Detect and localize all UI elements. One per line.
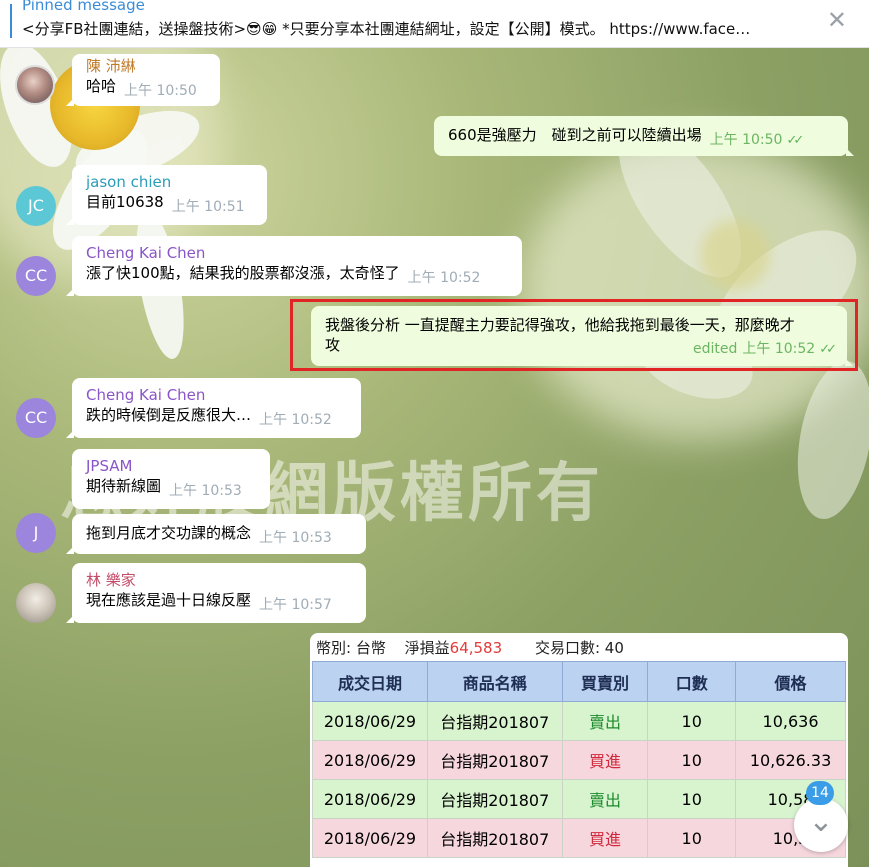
- table-cell: 賣出: [561, 701, 649, 741]
- table-row: 2018/06/29 台指期201807 買進 10 10,626.33: [312, 740, 846, 780]
- table-cell: 台指期201807: [426, 740, 563, 780]
- message-text: 漲了快100點，結果我的股票都沒漲，太奇怪了: [86, 264, 400, 282]
- table-cell: 2018/06/29: [312, 818, 428, 858]
- trade-summary-image[interactable]: 幣別: 台幣 淨損益64,583 交易口數: 40 成交日期 商品名稱 買賣別 …: [310, 633, 848, 867]
- message-bubble: 拖到月底才交功課的概念 上午 10:53: [66, 514, 366, 554]
- table-cell: 10: [647, 818, 737, 858]
- sender-name[interactable]: Cheng Kai Chen: [86, 386, 347, 405]
- table-cell: 2018/06/29: [312, 701, 428, 741]
- chevron-down-icon: ⌄: [808, 804, 834, 839]
- message-text: 哈哈: [86, 77, 117, 95]
- pinned-message-bar[interactable]: Pinned message <分享FB社團連結，送操盤技術>😎😁 *只要分享本…: [0, 0, 869, 48]
- column-header: 商品名稱: [426, 661, 563, 702]
- message-time: 上午 10:57: [259, 597, 332, 613]
- table-cell: 10: [647, 740, 737, 780]
- table-cell: 10,636: [735, 701, 846, 741]
- next-message-stub: [633, 860, 848, 867]
- avatar[interactable]: [16, 583, 56, 623]
- message-time: 上午 10:52: [259, 412, 332, 428]
- message-time: 上午 10:53: [169, 483, 242, 499]
- lots-label: 交易口數:: [534, 639, 600, 657]
- table-cell: 2018/06/29: [312, 740, 428, 780]
- avatar[interactable]: CC: [16, 256, 56, 296]
- avatar[interactable]: J: [16, 513, 56, 553]
- message-bubble: Cheng Kai Chen 漲了快100點，結果我的股票都沒漲，太奇怪了 上午 …: [66, 236, 522, 296]
- pnl-value: 64,583: [449, 639, 503, 657]
- table-cell: 賣出: [561, 779, 649, 819]
- trade-table: 成交日期 商品名稱 買賣別 口數 價格 2018/06/29 台指期201807…: [312, 661, 846, 858]
- avatar[interactable]: CC: [16, 398, 56, 438]
- table-row: 2018/06/29 台指期201807 買進 10 10,5: [312, 818, 846, 858]
- message-text: 拖到月底才交功課的概念: [86, 524, 252, 542]
- column-header: 買賣別: [561, 661, 649, 702]
- close-icon[interactable]: ✕: [827, 6, 847, 34]
- unread-count-badge: 14: [806, 781, 834, 805]
- table-cell: 10: [647, 779, 737, 819]
- highlight-box: [290, 299, 858, 371]
- table-row: 2018/06/29 台指期201807 賣出 10 10,636: [312, 701, 846, 741]
- table-cell: 10,626.33: [735, 740, 846, 780]
- avatar[interactable]: [15, 65, 55, 105]
- trade-summary-line: 幣別: 台幣 淨損益64,583 交易口數: 40: [316, 637, 624, 658]
- column-header: 口數: [647, 661, 737, 702]
- sender-name[interactable]: jason chien: [86, 173, 253, 192]
- message-bubble: 660是強壓力 碰到之前可以陸續出場 上午 10:50 ✓✓: [434, 116, 854, 156]
- message-time: 上午 10:53: [259, 530, 332, 546]
- message-time: 上午 10:50: [709, 132, 783, 148]
- pinned-title: Pinned message: [22, 0, 145, 14]
- pinned-accent-bar: [10, 4, 12, 38]
- sender-name[interactable]: Cheng Kai Chen: [86, 244, 508, 263]
- table-cell: 2018/06/29: [312, 779, 428, 819]
- table-row: 2018/06/29 台指期201807 賣出 10 10,58: [312, 779, 846, 819]
- table-cell: 台指期201807: [426, 818, 563, 858]
- message-text: 660是強壓力 碰到之前可以陸續出場: [448, 126, 702, 144]
- message-text: 期待新線圖: [86, 477, 162, 495]
- currency-value: 台幣: [355, 639, 386, 657]
- table-cell: 10: [647, 701, 737, 741]
- message-time: 上午 10:51: [171, 199, 245, 215]
- table-header-row: 成交日期 商品名稱 買賣別 口數 價格: [312, 661, 846, 702]
- column-header: 價格: [735, 661, 846, 702]
- pinned-text: <分享FB社團連結，送操盤技術>😎😁 *只要分享本社團連結網址，設定【公開】模式…: [22, 20, 751, 38]
- table-cell: 買進: [561, 740, 649, 780]
- currency-label: 幣別:: [316, 639, 352, 657]
- lots-value: 40: [604, 639, 624, 657]
- read-check-icon: ✓✓: [786, 133, 804, 148]
- sender-name[interactable]: 陳 沛綝: [86, 57, 206, 76]
- sender-name[interactable]: JPSAM: [86, 457, 256, 476]
- message-bubble: jason chien 目前10638 上午 10:51: [66, 165, 267, 225]
- table-cell: 買進: [561, 818, 649, 858]
- table-cell: 台指期201807: [426, 701, 563, 741]
- message-bubble: 陳 沛綝 哈哈 上午 10:50: [66, 54, 220, 106]
- message-time: 上午 10:50: [124, 83, 197, 99]
- scroll-to-bottom-button[interactable]: ⌄: [794, 798, 848, 852]
- message-bubble: Cheng Kai Chen 跌的時候倒是反應很大… 上午 10:52: [66, 378, 361, 438]
- sender-name[interactable]: 林 樂家: [86, 571, 352, 590]
- message-text: 目前10638: [86, 193, 164, 211]
- table-cell: 台指期201807: [426, 779, 563, 819]
- message-text: 跌的時候倒是反應很大…: [86, 406, 252, 424]
- message-time: 上午 10:52: [407, 270, 481, 286]
- message-bubble: 林 樂家 現在應該是過十日線反壓 上午 10:57: [66, 563, 366, 623]
- message-text: 現在應該是過十日線反壓: [86, 591, 252, 609]
- avatar[interactable]: JC: [16, 186, 56, 226]
- column-header: 成交日期: [312, 661, 428, 702]
- pnl-label: 淨損益: [404, 639, 450, 657]
- message-bubble: JPSAM 期待新線圖 上午 10:53: [72, 449, 270, 509]
